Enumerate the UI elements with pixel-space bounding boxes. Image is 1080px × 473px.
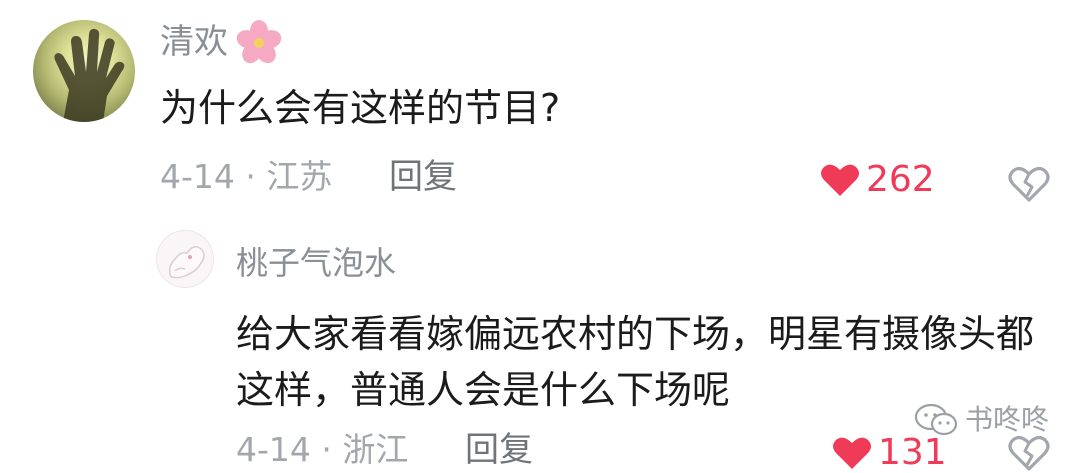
comment-date-location: 4-14 · 江苏 [160, 157, 333, 196]
heart-icon [821, 164, 859, 196]
wechat-icon [914, 403, 958, 436]
reply-avatar[interactable] [156, 230, 214, 288]
reply-button[interactable]: 回复 [389, 157, 457, 197]
like-button[interactable]: 262 [820, 160, 935, 200]
comment-username[interactable]: 清欢 [160, 22, 228, 62]
reply-username[interactable]: 桃子气泡水 [236, 243, 396, 283]
reply-reply-button[interactable]: 回复 [465, 430, 533, 470]
heart-icon [833, 437, 871, 469]
comment-text: 为什么会有这样的节目? [160, 86, 561, 130]
hand-silhouette-icon [54, 28, 125, 122]
like-count: 262 [866, 159, 935, 200]
watermark-text: 书咚咚 [965, 403, 1050, 436]
cherry-blossom-icon [236, 20, 282, 64]
watermark: 书咚咚 [913, 402, 1049, 438]
reply-like-button[interactable]: 131 [832, 433, 947, 473]
broken-heart-icon[interactable] [1007, 163, 1051, 203]
avatar[interactable] [33, 20, 135, 122]
reply-like-count: 131 [878, 432, 947, 473]
reply-date-location: 4-14 · 浙江 [236, 430, 409, 469]
broken-heart-icon[interactable] [1007, 432, 1051, 472]
hand-sketch-icon [168, 246, 205, 279]
